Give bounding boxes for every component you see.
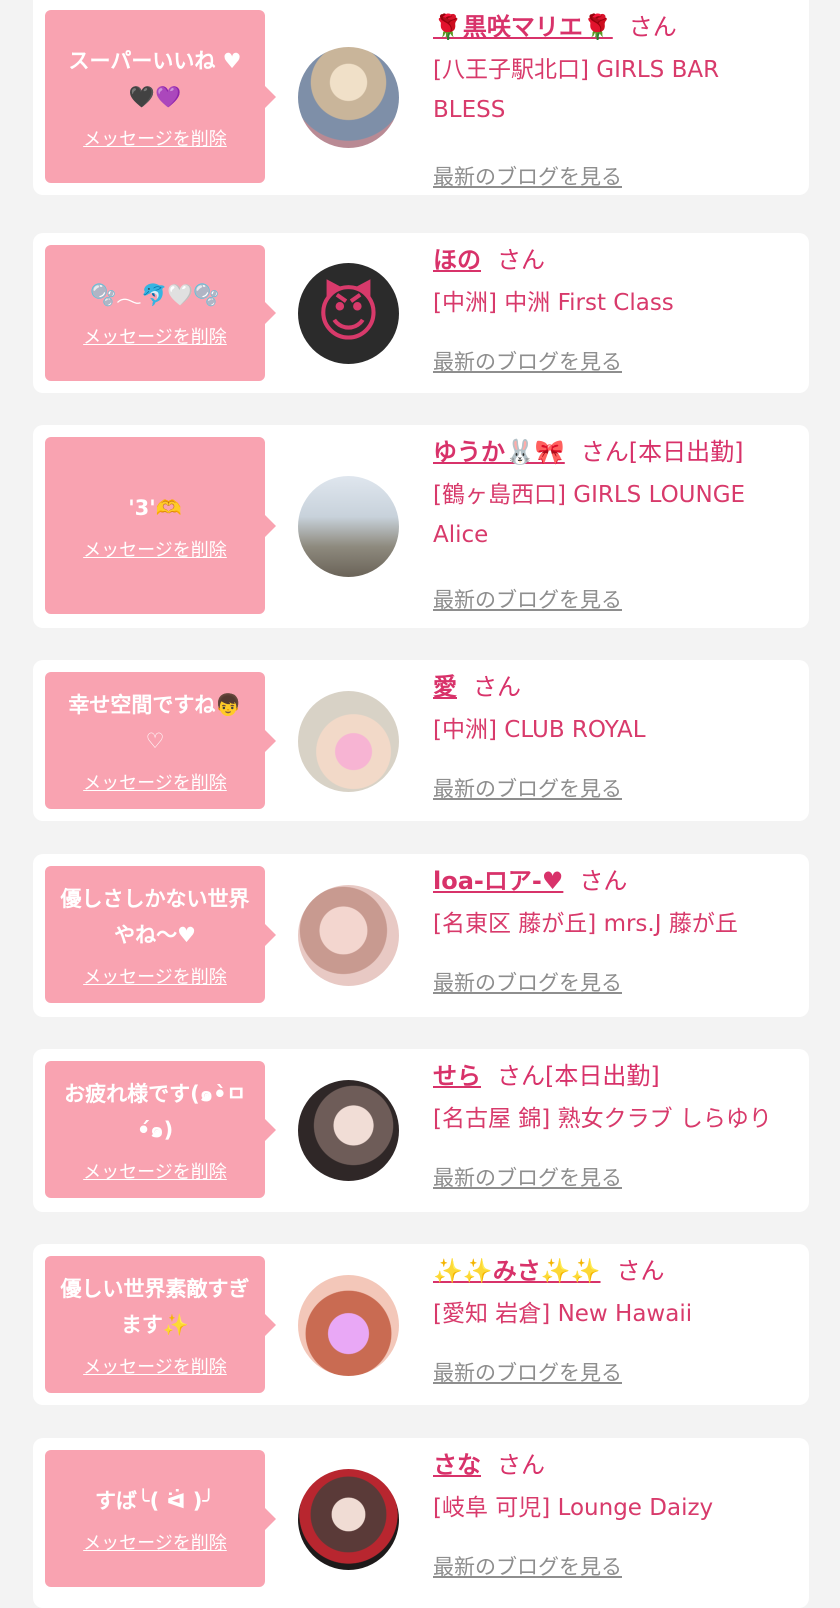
shop-name: [中洲] 中洲 First Class (433, 290, 674, 316)
message-text: 優しさしかない世界やね〜♥ (60, 886, 250, 947)
message-bubble: 優しさしかない世界やね〜♥ メッセージを削除 (45, 866, 276, 1003)
latest-blog-link[interactable]: 最新のブログを見る (433, 349, 622, 375)
delete-message-link[interactable]: メッセージを削除 (83, 540, 227, 562)
message-text: 優しい世界素敵すぎます✨ (60, 1276, 250, 1337)
cast-info: せら さん[本日出勤] [名古屋 錦] 熟女クラブ しらゆり 最新のブログを見る (433, 1061, 798, 1201)
message-bubble: すば╰( ᐛ )╯ メッセージを削除 (45, 1450, 276, 1587)
list-item: 優しさしかない世界やね〜♥ メッセージを削除 loa-ロア-♥ さん [名東区 藤… (33, 854, 809, 1017)
delete-message-link[interactable]: メッセージを削除 (83, 773, 227, 795)
cast-name-link[interactable]: さな (433, 1451, 481, 1479)
honorific: さん (473, 673, 521, 701)
name-line: さな さん (433, 1450, 798, 1480)
avatar[interactable] (298, 885, 399, 986)
shop-name: [名東区 藤が丘] mrs.J 藤が丘 (433, 911, 738, 937)
message-text: 幸せ空間ですね👦 ♡ (68, 692, 242, 753)
avatar[interactable]: 😈 (298, 263, 399, 364)
cast-info: ゆうか🐰🎀 さん[本日出勤] [鶴ヶ島西口] GIRLS LOUNGE Alice… (433, 437, 798, 622)
message-bubble: 🫧𓂃🐬🤍🫧 メッセージを削除 (45, 245, 276, 381)
name-line: ゆうか🐰🎀 さん[本日出勤] (433, 437, 798, 467)
cast-name-link[interactable]: ゆうか🐰🎀 (433, 438, 565, 466)
cast-name-link[interactable]: せら (433, 1062, 481, 1090)
latest-blog-link[interactable]: 最新のブログを見る (433, 164, 622, 190)
cast-name-link[interactable]: 🌹黒咲マリエ🌹 (433, 13, 613, 41)
latest-blog-link[interactable]: 最新のブログを見る (433, 970, 622, 996)
avatar[interactable] (298, 47, 399, 148)
cast-name-link[interactable]: loa-ロア-♥ (433, 867, 563, 895)
shop-name: [中洲] CLUB ROYAL (433, 717, 646, 743)
shop-name: [鶴ヶ島西口] GIRLS LOUNGE Alice (433, 482, 746, 548)
delete-message-link[interactable]: メッセージを削除 (83, 129, 227, 151)
list-item: すば╰( ᐛ )╯ メッセージを削除 さな さん [岐阜 可児] Lounge D… (33, 1438, 809, 1608)
delete-message-link[interactable]: メッセージを削除 (83, 327, 227, 349)
latest-blog-link[interactable]: 最新のブログを見る (433, 1165, 622, 1191)
avatar[interactable] (298, 691, 399, 792)
message-text: スーパーいいね ♥ 🖤💜 (68, 48, 242, 109)
delete-message-link[interactable]: メッセージを削除 (83, 1357, 227, 1379)
message-bubble: お疲れ様です(๑•̀ㅁ•́๑) メッセージを削除 (45, 1061, 276, 1198)
cast-info: 🌹黒咲マリエ🌹 さん [八王子駅北口] GIRLS BAR BLESS 最新のブロ… (433, 12, 798, 192)
delete-message-link[interactable]: メッセージを削除 (83, 967, 227, 989)
avatar[interactable] (298, 1469, 399, 1570)
cast-info: loa-ロア-♥ さん [名東区 藤が丘] mrs.J 藤が丘 最新のブログを見る (433, 866, 798, 1006)
latest-blog-link[interactable]: 最新のブログを見る (433, 1360, 622, 1386)
avatar[interactable] (298, 1275, 399, 1376)
honorific: さん[本日出勤] (497, 1062, 660, 1090)
message-text: '3'🫶 (128, 495, 182, 520)
message-bubble: 幸せ空間ですね👦 ♡ メッセージを削除 (45, 672, 276, 809)
cast-name-link[interactable]: ほの (433, 246, 481, 274)
message-text: すば╰( ᐛ )╯ (94, 1488, 216, 1513)
honorific: さん (628, 13, 677, 41)
latest-blog-link[interactable]: 最新のブログを見る (433, 776, 622, 802)
shop-name: [岐阜 可児] Lounge Daizy (433, 1495, 714, 1521)
name-line: ほの さん (433, 245, 798, 275)
message-bubble: '3'🫶 メッセージを削除 (45, 437, 276, 614)
list-item: '3'🫶 メッセージを削除 ゆうか🐰🎀 さん[本日出勤] [鶴ヶ島西口] GIRL… (33, 425, 809, 628)
latest-blog-link[interactable]: 最新のブログを見る (433, 587, 622, 613)
cast-name-link[interactable]: ✨✨みさ✨✨ (433, 1257, 601, 1285)
message-text: お疲れ様です(๑•̀ㅁ•́๑) (64, 1081, 246, 1142)
avatar[interactable] (298, 1080, 399, 1181)
honorific: さん (497, 1451, 545, 1479)
smiling-devil-icon: 😈 (316, 276, 381, 350)
cast-info: さな さん [岐阜 可児] Lounge Daizy 最新のブログを見る (433, 1450, 798, 1600)
name-line: loa-ロア-♥ さん (433, 866, 798, 896)
honorific: さん (497, 246, 545, 274)
message-list: スーパーいいね ♥ 🖤💜 メッセージを削除 🌹黒咲マリエ🌹 さん [八王子駅北口]… (0, 0, 840, 1608)
delete-message-link[interactable]: メッセージを削除 (83, 1533, 227, 1555)
list-item: お疲れ様です(๑•̀ㅁ•́๑) メッセージを削除 せら さん[本日出勤] [名古屋… (33, 1049, 809, 1212)
honorific: さん (616, 1257, 665, 1285)
list-item: 優しい世界素敵すぎます✨ メッセージを削除 ✨✨みさ✨✨ さん [愛知 岩倉] N… (33, 1244, 809, 1405)
name-line: 愛さん (433, 672, 798, 702)
list-item: 幸せ空間ですね👦 ♡ メッセージを削除 愛さん [中洲] CLUB ROYAL … (33, 660, 809, 821)
shop-name: [愛知 岩倉] New Hawaii (433, 1301, 693, 1327)
honorific: さん (579, 867, 628, 895)
message-bubble: 優しい世界素敵すぎます✨ メッセージを削除 (45, 1256, 276, 1393)
name-line: 🌹黒咲マリエ🌹 さん (433, 12, 798, 42)
latest-blog-link[interactable]: 最新のブログを見る (433, 1554, 622, 1580)
delete-message-link[interactable]: メッセージを削除 (83, 1162, 227, 1184)
shop-name: [八王子駅北口] GIRLS BAR BLESS (433, 57, 720, 123)
list-item: 🫧𓂃🐬🤍🫧 メッセージを削除 😈 ほの さん [中洲] 中洲 First Clas… (33, 233, 809, 393)
cast-info: ほの さん [中洲] 中洲 First Class 最新のブログを見る (433, 245, 798, 385)
message-text: 🫧𓂃🐬🤍🫧 (90, 283, 220, 307)
name-line: せら さん[本日出勤] (433, 1061, 798, 1091)
avatar[interactable] (298, 476, 399, 577)
name-line: ✨✨みさ✨✨ さん (433, 1256, 798, 1286)
shop-name: [名古屋 錦] 熟女クラブ しらゆり (433, 1106, 772, 1132)
honorific: さん[本日出勤] (580, 438, 744, 466)
list-item: スーパーいいね ♥ 🖤💜 メッセージを削除 🌹黒咲マリエ🌹 さん [八王子駅北口]… (33, 0, 809, 195)
cast-info: 愛さん [中洲] CLUB ROYAL 最新のブログを見る (433, 672, 798, 812)
cast-info: ✨✨みさ✨✨ さん [愛知 岩倉] New Hawaii 最新のブログを見る (433, 1256, 798, 1396)
message-bubble: スーパーいいね ♥ 🖤💜 メッセージを削除 (45, 10, 276, 183)
cast-name-link[interactable]: 愛 (433, 673, 457, 701)
